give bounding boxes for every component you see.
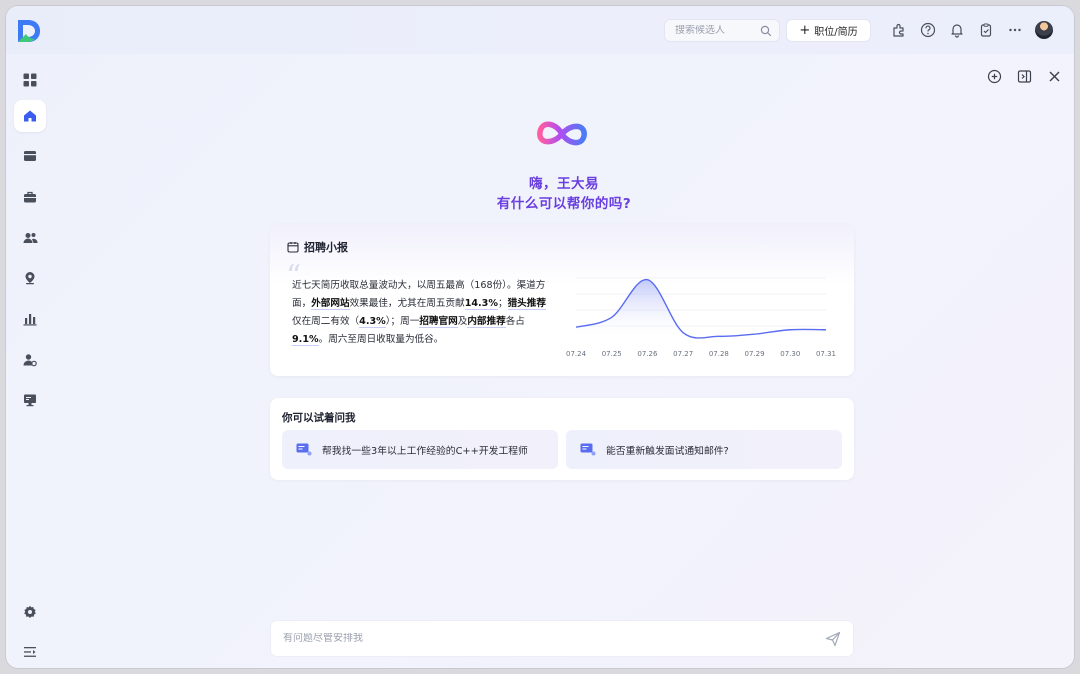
summary-text: ； [497,298,508,309]
candidate-search[interactable] [664,19,780,42]
grid-icon [23,73,37,87]
suggestions-card: 你可以试着问我 帮我找一些3年以上工作经验的C++开发工程师 能否重新触发面试通… [270,398,854,480]
user-avatar[interactable] [1035,21,1053,39]
help-icon[interactable] [919,21,937,39]
home-icon [24,110,36,122]
sidebar-item-interview[interactable] [14,384,46,416]
sidebar-item-location[interactable] [14,262,46,294]
assistant-logo [537,121,587,146]
suggestion-chip[interactable]: 帮我找一些3年以上工作经验的C++开发工程师 [282,430,558,469]
summary-text: ）；周一 [385,316,420,327]
new-chat-button[interactable] [986,68,1002,84]
summary-highlight: 外部网站 [311,298,350,310]
close-icon [1049,71,1059,81]
panel-actions [986,68,1062,84]
sidebar-item-analytics[interactable] [14,303,46,335]
collapse-menu-icon [24,647,36,657]
search-icon[interactable] [760,25,772,37]
summary-highlight: 内部推荐 [467,316,506,328]
summary-text: 及 [457,316,468,327]
chat-input[interactable] [283,633,825,644]
app-logo[interactable] [16,18,42,44]
calendar-icon [287,242,299,253]
close-panel-button[interactable] [1046,68,1062,84]
gear-icon [24,605,36,618]
recruitment-report-card: 招聘小报 “ 近七天简历收取总量波动大，以周五最高（168份）。渠道方面，外部网… [270,224,854,376]
plus-icon: + [799,23,811,38]
greeting-line-2: 有什么可以帮你的吗? [496,196,632,212]
assistant-panel: 嗨，王大易 有什么可以帮你的吗? 招聘小报 “ 近七天简历收取总量波动大，以周五… [54,54,1074,668]
x-tick-label: 07.25 [602,350,622,358]
monitor-icon [24,394,36,407]
side-panel-icon [1017,69,1031,83]
users-icon [23,233,38,243]
summary-text: 各占 [505,316,525,327]
briefcase-icon [24,191,36,203]
more-icon[interactable] [1006,21,1024,39]
suggestion-label: 能否重新触发面试通知邮件? [606,445,729,457]
sidebar-item-talent[interactable] [14,222,46,254]
report-title: 招聘小报 [287,239,348,255]
message-card-icon [580,443,596,456]
search-input[interactable] [675,25,755,36]
summary-highlight: 9.1% [292,334,319,346]
suggestions-title: 你可以试着问我 [282,412,356,424]
greeting-line-1: 嗨，王大易 [529,176,599,192]
new-chat-icon [987,69,1001,83]
summary-highlight: 猎头推荐 [507,298,546,310]
x-tick-label: 07.29 [745,350,765,358]
sidebar-item-inbox[interactable] [14,140,46,172]
inbox-icon [24,151,36,161]
plugin-icon[interactable] [890,21,908,39]
add-job-resume-button[interactable]: + 职位/简历 [786,19,871,42]
suggestion-chip[interactable]: 能否重新触发面试通知邮件? [566,430,842,469]
bell-icon[interactable] [948,21,966,39]
send-icon[interactable] [825,631,841,647]
report-summary: 近七天简历收取总量波动大，以周五最高（168份）。渠道方面，外部网站效果最佳，尤… [292,277,554,349]
x-tick-label: 07.24 [566,350,587,358]
user-settings-icon [23,354,37,367]
summary-highlight: 招聘官网 [419,316,458,328]
summary-highlight: 14.3% [464,298,498,310]
top-icon-group [890,21,1053,39]
location-icon [25,272,35,285]
clipboard-icon[interactable] [977,21,995,39]
chat-input-box[interactable] [270,620,854,657]
sidebar-item-jobs[interactable] [14,181,46,213]
sidebar-item-settings[interactable] [14,596,46,628]
top-bar: + 职位/简历 [6,6,1074,54]
add-job-resume-label: 职位/简历 [814,27,858,38]
summary-highlight: 4.3% [359,316,386,328]
x-tick-label: 07.30 [780,350,800,358]
sidebar-item-user-admin[interactable] [14,344,46,376]
report-title-text: 招聘小报 [304,241,348,254]
summary-text: 。周六至周日收取量为低谷。 [318,334,444,345]
summary-text: 仅在周二有效（ [292,316,360,327]
sidebar-collapse-button[interactable] [14,636,46,668]
toggle-panel-button[interactable] [1016,68,1032,84]
app-window: + 职位/简历 [6,6,1074,668]
x-tick-label: 07.31 [816,350,836,358]
sidebar-item-dashboard[interactable] [14,64,46,96]
message-card-icon [296,443,312,456]
bar-chart-icon [23,314,37,326]
suggestion-label: 帮我找一些3年以上工作经验的C++开发工程师 [322,445,528,457]
resume-trend-chart: 07.24 07.25 07.26 07.27 07.28 07.29 07.30 07.31 [566,277,836,358]
x-tick-label: 07.27 [673,350,693,358]
x-tick-label: 07.28 [709,350,729,358]
x-tick-label: 07.26 [637,350,658,358]
sidebar [6,54,54,668]
sidebar-item-home[interactable] [14,100,46,132]
summary-text: 效果最佳，尤其在周五贡献 [349,298,465,309]
